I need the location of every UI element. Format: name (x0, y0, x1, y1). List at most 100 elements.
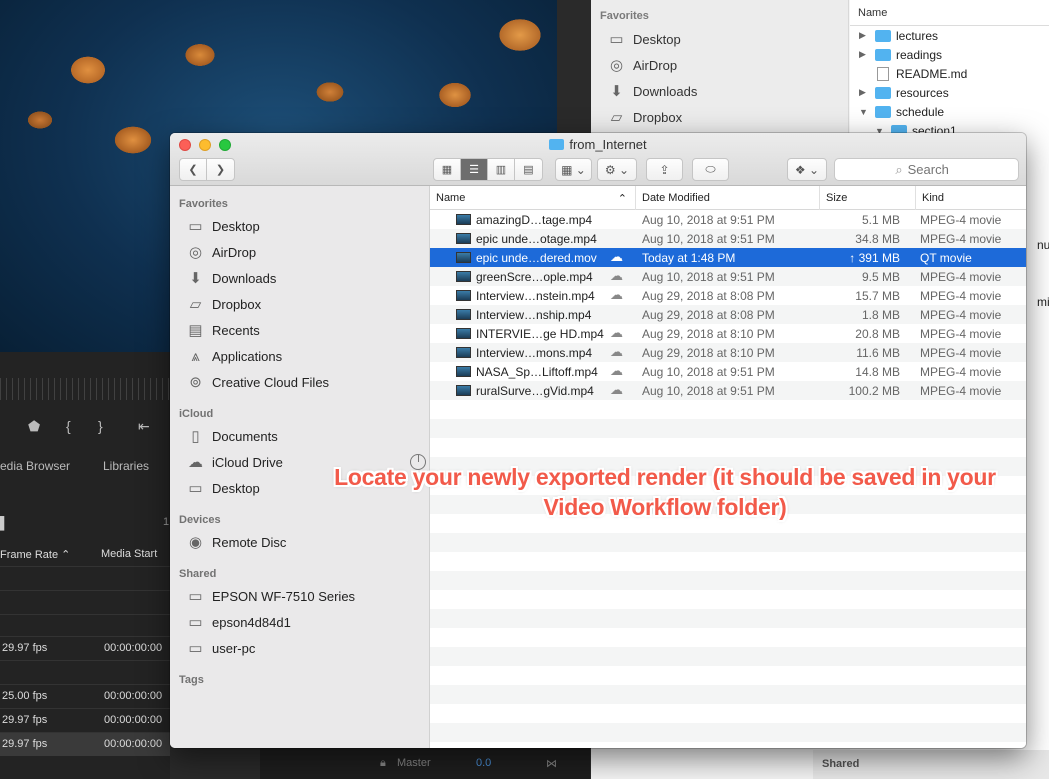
file-name: epic unde…otage.mp4 (476, 232, 597, 246)
table-row[interactable]: Interview…nstein.mp4 Aug 29, 2018 at 8:08… (430, 286, 1026, 305)
master-value[interactable]: 0.0 (476, 757, 491, 769)
group-button[interactable]: ▦ ⌄ (555, 158, 592, 181)
sidebar-item-epson4d84d1[interactable]: ▭ epson4d84d1 (186, 610, 426, 634)
sidebar-item-label: Desktop (633, 31, 681, 47)
sidebar-item-downloads[interactable]: ⬇ Downloads (186, 266, 426, 290)
media-browser-tab[interactable]: edia Browser (0, 459, 70, 473)
list-view-button[interactable]: ☰ (461, 159, 488, 180)
table-row[interactable]: ruralSurve…gVid.mp4 Aug 10, 2018 at 9:51 … (430, 381, 1026, 400)
sidebar-item-dropbox[interactable]: ▱ Dropbox (607, 106, 682, 128)
media-start-header[interactable]: Media Start (101, 548, 157, 560)
table-row[interactable]: NASA_Sp…Liftoff.mp4 Aug 10, 2018 at 9:51 … (430, 362, 1026, 381)
list-item[interactable]: README.md (850, 64, 1049, 83)
table-row[interactable] (0, 614, 170, 638)
media-start: 00:00:00:00 (104, 738, 163, 750)
disclosure-open-icon[interactable]: ▼ (859, 107, 869, 117)
disclosure-icon[interactable]: ▶ (859, 87, 869, 98)
kind-column-header[interactable]: Kind (916, 186, 1026, 210)
sidebar-item-desktop[interactable]: ▭ Desktop (607, 28, 681, 50)
cloud-icon[interactable]: ☁ (610, 268, 623, 284)
table-row[interactable]: 29.97 fps 00:00:00:00 (0, 732, 170, 756)
tags-button[interactable]: ⬭ (692, 158, 729, 181)
cloud-icon[interactable]: ☁ (610, 363, 623, 379)
sidebar-item-user-pc[interactable]: ▭ user-pc (186, 636, 426, 660)
forward-button[interactable]: ❯ (207, 159, 234, 180)
table-row[interactable]: INTERVIE…ge HD.mp4 Aug 29, 2018 at 8:10 P… (430, 324, 1026, 343)
folder-icon (549, 139, 565, 150)
table-row[interactable] (0, 590, 170, 614)
dropbox-button[interactable]: ❖ ⌄ (787, 158, 827, 181)
computer-icon: ▭ (188, 614, 203, 631)
sidebar-item-epson-wf-7510-series[interactable]: ▭ EPSON WF-7510 Series (186, 584, 426, 608)
cloud-icon[interactable]: ☁ (610, 382, 623, 398)
sidebar-item-documents[interactable]: ▯ Documents (186, 424, 426, 448)
view-mode-control: ▦ ☰ ▥ ▤ (433, 158, 543, 181)
column-view-button[interactable]: ▥ (488, 159, 515, 180)
list-item[interactable]: ▼ schedule (850, 102, 1049, 121)
cloud-icon: ☁ (188, 454, 203, 471)
search-field[interactable]: ⌕ (834, 158, 1019, 181)
table-row[interactable]: 29.97 fps 00:00:00:00 (0, 708, 170, 732)
sidebar-item-downloads[interactable]: ⬇ Downloads (607, 80, 697, 102)
in-point-icon[interactable]: { (66, 418, 71, 434)
sidebar-item-desktop[interactable]: ▭ Desktop (186, 214, 426, 238)
cloud-icon[interactable]: ☁ (610, 287, 623, 303)
icon-view-button[interactable]: ▦ (434, 159, 461, 180)
computer-icon: ▭ (188, 588, 203, 605)
table-row[interactable] (0, 566, 170, 590)
video-thumbnail-icon (456, 347, 471, 358)
cloud-icon[interactable]: ☁ (610, 249, 623, 265)
table-row[interactable]: 29.97 fps 00:00:00:00 (0, 636, 170, 660)
search-input[interactable] (907, 162, 958, 177)
timeline-ruler (0, 378, 170, 400)
disclosure-icon[interactable]: ▶ (859, 30, 869, 41)
table-row[interactable]: greenScre…ople.mp4 Aug 10, 2018 at 9:51 P… (430, 267, 1026, 286)
gallery-view-button[interactable]: ▤ (515, 159, 542, 180)
file-name: ruralSurve…gVid.mp4 (476, 384, 594, 398)
table-row[interactable]: 25.00 fps 00:00:00:00 (0, 684, 170, 708)
file-date: Aug 10, 2018 at 9:51 PM (642, 213, 775, 227)
cloud-icon[interactable]: ☁ (610, 325, 623, 341)
back-button[interactable]: ❮ (180, 159, 207, 180)
sidebar-item-label: Documents (212, 428, 278, 444)
table-row[interactable]: amazingD…tage.mp4 Aug 10, 2018 at 9:51 PM… (430, 210, 1026, 229)
favorites-section-label: Favorites (179, 198, 228, 210)
date-column-header[interactable]: Date Modified (636, 186, 820, 210)
sidebar-item-applications[interactable]: ⩓ Applications (186, 344, 426, 368)
go-to-in-icon[interactable]: ⇤ (138, 418, 150, 435)
list-item[interactable]: ▶ readings (850, 45, 1049, 64)
sidebar-item-recents[interactable]: ▤ Recents (186, 318, 426, 342)
table-row[interactable]: Interview…mons.mp4 Aug 29, 2018 at 8:10 P… (430, 343, 1026, 362)
table-row[interactable]: epic unde…dered.mov Today at 1:48 PM ↑ 391… (430, 248, 1026, 267)
table-row[interactable]: Interview…nship.mp4 Aug 29, 2018 at 8:08 … (430, 305, 1026, 324)
list-item[interactable]: ▶ resources (850, 83, 1049, 102)
recents-icon: ▤ (188, 322, 203, 339)
sidebar-item-dropbox[interactable]: ▱ Dropbox (186, 292, 426, 316)
table-row[interactable]: epic unde…otage.mp4 Aug 10, 2018 at 9:51 … (430, 229, 1026, 248)
file-size: 11.6 MB (856, 346, 900, 360)
cloud-icon[interactable]: ☁ (610, 344, 623, 360)
sidebar-item-remote-disc[interactable]: ◉ Remote Disc (186, 530, 426, 554)
file-date: Aug 10, 2018 at 9:51 PM (642, 232, 775, 246)
sidebar-item-airdrop[interactable]: ◎ AirDrop (607, 54, 677, 76)
size-column-header[interactable]: Size (820, 186, 916, 210)
audio-mixer-strip: 🔒︎ Master 0.0 ⋈ (260, 748, 590, 779)
table-row[interactable] (0, 660, 170, 684)
out-point-icon[interactable]: } (98, 418, 103, 434)
libraries-tab[interactable]: Libraries (103, 459, 149, 473)
playhead-icon[interactable]: ⋈ (546, 757, 557, 770)
name-column-header[interactable]: Name ⌃ (430, 186, 636, 210)
sidebar-item-airdrop[interactable]: ◎ AirDrop (186, 240, 426, 264)
downloads-icon: ⬇ (189, 270, 202, 287)
frame-rate-header[interactable]: Frame Rate ⌃ (0, 548, 70, 561)
devices-section-label: Devices (179, 514, 221, 526)
list-item[interactable]: ▶ lectures (850, 26, 1049, 45)
disclosure-icon[interactable]: ▶ (859, 49, 869, 60)
sidebar-item-creative-cloud-files[interactable]: ⊚ Creative Cloud Files (186, 370, 426, 394)
share-button[interactable]: ⇪ (646, 158, 683, 181)
file-date: Aug 29, 2018 at 8:08 PM (642, 308, 775, 322)
lock-icon[interactable]: 🔒︎ (380, 757, 386, 770)
action-button[interactable]: ⚙ ⌄ (597, 158, 637, 181)
marker-icon[interactable]: ⬟ (28, 418, 40, 435)
name-column-header[interactable]: Name (850, 0, 1049, 26)
